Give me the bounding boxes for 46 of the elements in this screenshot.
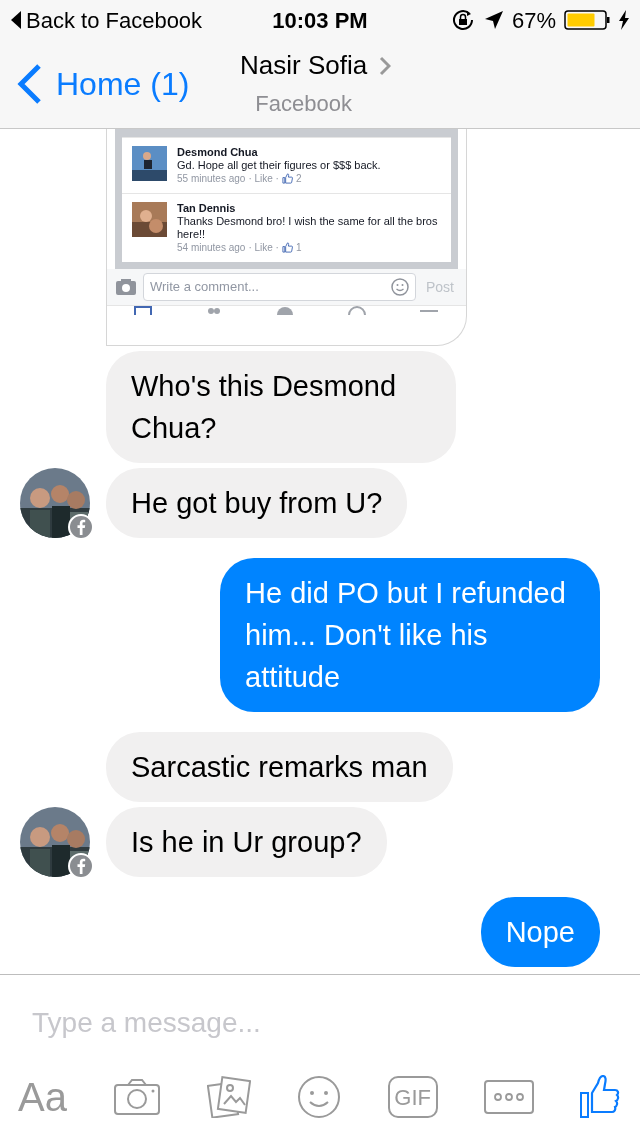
thumbs-up-icon[interactable]: [579, 1075, 622, 1119]
commenter-name: Tan Dennis: [177, 202, 237, 215]
smiley-icon[interactable]: [297, 1075, 342, 1119]
comment-time: 55 minutes ago: [177, 172, 246, 185]
outgoing-message: He did PO but I refunded him... Don't like his attitude: [220, 558, 600, 712]
facebook-badge-icon: [68, 853, 94, 879]
message-field[interactable]: Type a message...: [32, 1003, 608, 1043]
incoming-message: Is he in Ur group?: [106, 807, 387, 877]
like-count: 2: [295, 172, 302, 185]
clock: 10:03 PM: [272, 6, 368, 35]
like-link[interactable]: · Like ·: [248, 241, 279, 254]
battery-percentage: 67%: [511, 6, 556, 35]
shared-screenshot[interactable]: [106, 129, 467, 346]
comment-time: 54 minutes ago: [177, 241, 246, 254]
contact-subtitle: Facebook: [255, 90, 352, 118]
incoming-message: Who's this Desmond Chua?: [106, 351, 456, 463]
location-arrow-icon: [483, 10, 504, 30]
incoming-message: Sarcastic remarks man: [106, 732, 453, 802]
facebook-badge-icon: [68, 514, 94, 540]
contact-name[interactable]: Nasir Sofia: [240, 46, 368, 85]
like-count: 1: [295, 241, 302, 254]
smiley-icon[interactable]: [391, 278, 409, 296]
rotation-lock-icon: [451, 9, 476, 31]
camera-icon[interactable]: [113, 1078, 162, 1116]
battery-icon: [564, 10, 610, 30]
comment-text: Thanks Desmond bro! I wish the same for all the bros here!!: [177, 215, 439, 241]
incoming-message: He got buy from U?: [106, 468, 408, 538]
camera-icon[interactable]: [115, 278, 137, 296]
thumbs-up-icon: [281, 242, 293, 253]
charging-bolt-icon: [618, 10, 630, 30]
back-to-app-link[interactable]: Back to Facebook: [26, 3, 203, 37]
photos-icon[interactable]: [207, 1076, 252, 1118]
thumbs-up-icon: [281, 173, 293, 184]
outgoing-message: Nope: [480, 897, 600, 967]
back-button[interactable]: Home (1): [16, 60, 190, 108]
comment-field[interactable]: Write a comment...: [143, 273, 416, 301]
back-caret-icon[interactable]: [10, 10, 22, 30]
comment-text: Gd. Hope all get their figures or $$$ back.: [177, 159, 381, 172]
like-link[interactable]: · Like ·: [248, 172, 279, 185]
commenter-name: Desmond Chua: [177, 146, 259, 159]
post-button[interactable]: Post: [422, 276, 458, 298]
more-options-icon[interactable]: [483, 1080, 534, 1114]
text-format-button[interactable]: Aa: [18, 1067, 67, 1127]
gif-button[interactable]: GIF: [387, 1076, 438, 1118]
chevron-left-icon: [16, 63, 42, 105]
chevron-right-icon: [379, 55, 392, 76]
